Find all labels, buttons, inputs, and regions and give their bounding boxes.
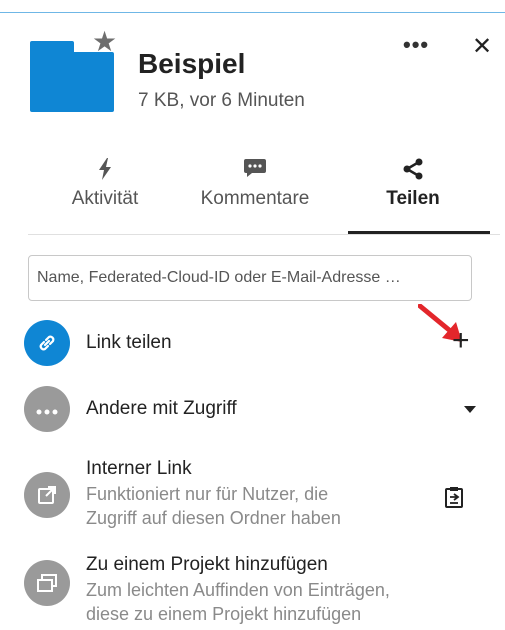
tabs-divider bbox=[28, 234, 500, 235]
chevron-down-icon[interactable] bbox=[464, 406, 476, 413]
others-with-access-label: Andere mit Zugriff bbox=[86, 398, 237, 419]
tab-share[interactable]: Teilen bbox=[336, 158, 490, 234]
more-actions-button[interactable]: ••• bbox=[403, 32, 429, 58]
share-link-row: Link teilen + bbox=[24, 320, 494, 370]
tab-label: Aktivität bbox=[71, 188, 139, 209]
file-title: Beispiel bbox=[138, 48, 246, 79]
clipboard-icon[interactable] bbox=[444, 486, 464, 513]
internal-link-description-2: Zugriff auf diesen Ordner haben bbox=[86, 508, 341, 528]
top-border bbox=[0, 12, 505, 13]
bolt-icon bbox=[28, 158, 182, 186]
add-share-link-button[interactable]: + bbox=[452, 324, 470, 358]
tab-label: Kommentare bbox=[200, 188, 310, 209]
tab-label: Teilen bbox=[386, 188, 440, 209]
share-link-label: Link teilen bbox=[86, 332, 172, 353]
comment-icon bbox=[178, 158, 332, 186]
internal-link-description-1: Funktioniert nur für Nutzer, die bbox=[86, 484, 329, 504]
add-to-project-description-2: diese zu einem Projekt hinzufügen bbox=[86, 604, 362, 624]
tab-comments[interactable]: Kommentare bbox=[178, 158, 332, 234]
internal-link-label: Interner Link bbox=[86, 458, 192, 479]
file-meta: 7 KB, vor 6 Minuten bbox=[138, 90, 305, 111]
others-with-access-row[interactable]: Andere mit Zugriff bbox=[24, 386, 494, 436]
add-to-project-row[interactable]: Zu einem Projekt hinzufügen Zum leichten… bbox=[24, 554, 494, 630]
link-icon bbox=[24, 320, 70, 366]
more-icon bbox=[24, 386, 70, 432]
close-button[interactable]: ✕ bbox=[472, 32, 492, 61]
add-to-project-description-1: Zum leichten Auffinden von Einträgen, bbox=[86, 580, 390, 600]
share-search-input[interactable] bbox=[28, 255, 472, 301]
project-icon bbox=[24, 560, 70, 606]
sidebar-tabs: Aktivität Kommentare Teilen bbox=[28, 158, 490, 234]
external-link-icon bbox=[24, 472, 70, 518]
add-to-project-label: Zu einem Projekt hinzufügen bbox=[86, 554, 328, 575]
folder-icon: ★ bbox=[28, 28, 118, 116]
tab-activity[interactable]: Aktivität bbox=[28, 158, 182, 234]
internal-link-row: Interner Link Funktioniert nur für Nutze… bbox=[24, 458, 494, 536]
favorite-star-icon[interactable]: ★ bbox=[92, 28, 117, 56]
share-icon bbox=[336, 158, 490, 186]
sidebar-header: ★ Beispiel 7 KB, vor 6 Minuten ••• ✕ bbox=[28, 28, 498, 126]
